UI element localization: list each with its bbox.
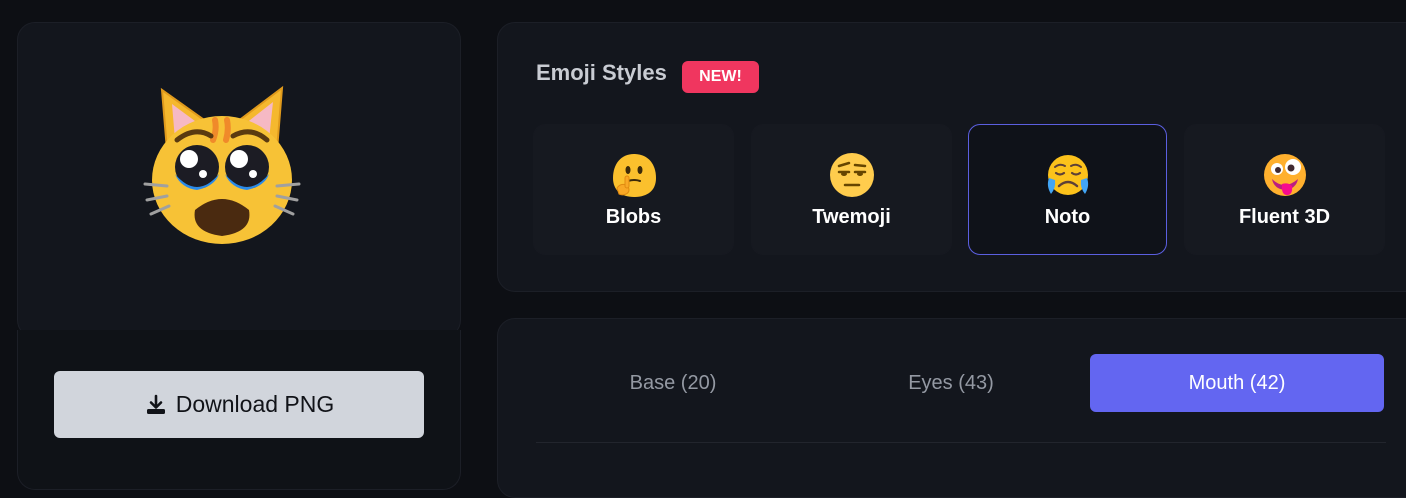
style-option-label: Noto xyxy=(1044,206,1091,228)
style-option-fluent-3d[interactable]: Fluent 3D xyxy=(1184,124,1385,255)
thinking-blob-icon xyxy=(612,154,656,197)
tab-base[interactable]: Base (20) xyxy=(526,354,820,412)
download-png-button[interactable]: Download PNG xyxy=(54,371,424,438)
download-button-label: Download PNG xyxy=(175,391,335,417)
style-option-label: Twemoji xyxy=(812,206,891,228)
style-option-blobs[interactable]: Blobs xyxy=(533,124,734,255)
style-option-twemoji[interactable]: Twemoji xyxy=(751,124,952,255)
tab-mouth[interactable]: Mouth (42) xyxy=(1090,354,1384,412)
style-option-noto[interactable]: Noto xyxy=(968,124,1167,255)
tab-eyes[interactable]: Eyes (43) xyxy=(804,354,1098,412)
emoji-styles-title: Emoji Styles xyxy=(536,60,667,85)
raised-eyebrow-face-icon xyxy=(829,153,874,197)
zany-face-icon xyxy=(1263,154,1306,196)
style-option-label: Fluent 3D xyxy=(1238,206,1331,228)
crying-cat-icon xyxy=(143,85,301,244)
style-option-label: Blobs xyxy=(605,206,662,228)
tabs-divider xyxy=(536,442,1386,443)
crying-face-icon xyxy=(1047,155,1088,195)
new-badge: NEW! xyxy=(682,61,759,93)
download-icon xyxy=(146,394,165,414)
